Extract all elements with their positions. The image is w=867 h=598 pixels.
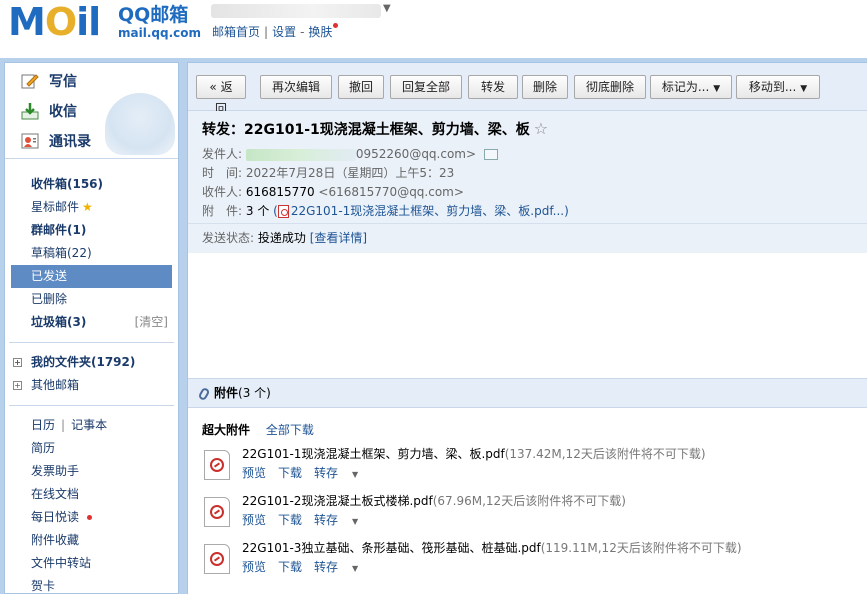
- folder-spam[interactable]: 垃圾箱(3) [清空]: [11, 311, 172, 334]
- attachment-preview-link[interactable]: (22G101-1现浇混凝土框架、剪力墙、梁、板.pdf...): [273, 204, 569, 218]
- mail-header: 转发：22G101-1现浇混凝土框架、剪力墙、梁、板 ☆ 发件人: 0952260…: [188, 111, 867, 253]
- mail-view: « 返回 再次编辑 撤回 回复全部 转发 删除 彻底删除 标记为... ▼ 移动到…: [187, 62, 867, 594]
- empty-spam-link[interactable]: [清空]: [135, 311, 168, 334]
- sidebar: 写信 收信 通讯录 收件箱(156) 星标邮件 ★ 群邮件(1) 草稿箱(22) …: [4, 62, 179, 594]
- tool-online-docs[interactable]: 在线文档: [11, 483, 172, 506]
- tool-attachment-favorites[interactable]: 附件收藏: [11, 529, 172, 552]
- contacts-button[interactable]: 通讯录: [21, 130, 91, 152]
- save-to-link[interactable]: 转存 ▼: [314, 560, 370, 574]
- paperclip-icon: [197, 386, 211, 401]
- inbox-download-icon: [21, 102, 39, 120]
- tool-resume[interactable]: 简历: [11, 437, 172, 460]
- chevron-down-icon: ▼: [800, 84, 808, 94]
- pdf-icon: [277, 205, 289, 218]
- permanent-delete-button[interactable]: 彻底删除: [574, 75, 646, 99]
- move-to-dropdown[interactable]: 移动到... ▼: [736, 75, 820, 99]
- star-icon: ★: [82, 200, 93, 214]
- folder-list: 收件箱(156) 星标邮件 ★ 群邮件(1) 草稿箱(22) 已发送 已删除 垃圾…: [5, 159, 178, 598]
- pdf-file-icon[interactable]: [204, 450, 230, 480]
- top-header: M Oil QQ邮箱 mail.qq.com ▼ 邮箱首页 | 设置 - 换肤: [0, 0, 867, 58]
- to-row: 收件人: 616815770 <616815770@qq.com>: [202, 185, 464, 199]
- expand-plus-icon[interactable]: +: [13, 358, 22, 367]
- chevron-down-icon: ▼: [713, 84, 721, 94]
- top-links: 邮箱首页 | 设置 - 换肤: [212, 23, 339, 40]
- expand-plus-icon[interactable]: +: [13, 381, 22, 390]
- preview-link[interactable]: 预览: [242, 466, 266, 480]
- forward-button[interactable]: 转发: [468, 75, 518, 99]
- attachment-item: 22G101-2现浇混凝土板式楼梯.pdf(67.96M,12天后该附件将不可下…: [202, 492, 862, 532]
- save-to-link[interactable]: 转存 ▼: [314, 513, 370, 527]
- pdf-file-icon[interactable]: [204, 544, 230, 574]
- download-link[interactable]: 下载: [278, 466, 302, 480]
- pdf-file-icon[interactable]: [204, 497, 230, 527]
- mail-home-link[interactable]: 邮箱首页: [212, 25, 260, 39]
- attachment-item: 22G101-1现浇混凝土框架、剪力墙、梁、板.pdf(137.42M,12天后…: [202, 445, 862, 485]
- folder-starred[interactable]: 星标邮件 ★: [11, 196, 172, 219]
- logo-badge: QQ邮箱 mail.qq.com: [118, 4, 201, 40]
- attachment-name[interactable]: 22G101-3独立基础、条形基础、筏形基础、桩基础.pdf: [242, 541, 541, 555]
- contacts-icon: [21, 132, 39, 150]
- time-row: 时 间: 2022年7月28日（星期四）上午5：23: [202, 166, 455, 180]
- sender-redacted: [245, 148, 356, 161]
- star-icon[interactable]: ☆: [534, 119, 548, 138]
- folder-drafts[interactable]: 草稿箱(22): [11, 242, 172, 265]
- from-row: 发件人: 0952260@qq.com>: [202, 145, 499, 162]
- settings-link[interactable]: 设置: [272, 25, 296, 39]
- download-link[interactable]: 下载: [278, 513, 302, 527]
- sidebar-divider: [9, 405, 174, 406]
- account-name-redacted[interactable]: [211, 4, 381, 18]
- folder-inbox[interactable]: 收件箱(156): [11, 173, 172, 196]
- save-to-link[interactable]: 转存 ▼: [314, 466, 370, 480]
- folder-my-folders[interactable]: + 我的文件夹(1792): [11, 351, 172, 374]
- recall-button[interactable]: 撤回: [338, 75, 384, 99]
- folder-group-mail[interactable]: 群邮件(1): [11, 219, 172, 242]
- notes-link[interactable]: 记事本: [71, 418, 107, 432]
- quick-actions: 写信 收信 通讯录: [5, 63, 178, 159]
- preview-link[interactable]: 预览: [242, 560, 266, 574]
- mark-as-dropdown[interactable]: 标记为... ▼: [650, 75, 732, 99]
- compose-button[interactable]: 写信: [21, 70, 77, 92]
- preview-link[interactable]: 预览: [242, 513, 266, 527]
- attachment-row: 附 件: 3 个 (22G101-1现浇混凝土框架、剪力墙、梁、板.pdf...…: [202, 204, 569, 218]
- calendar-link[interactable]: 日历: [31, 418, 55, 432]
- new-dot-icon: [87, 515, 93, 520]
- download-link[interactable]: 下载: [278, 560, 302, 574]
- mail-toolbar: « 返回 再次编辑 撤回 回复全部 转发 删除 彻底删除 标记为... ▼ 移动到…: [188, 63, 867, 116]
- receive-button[interactable]: 收信: [21, 100, 77, 122]
- attachments-subheader: 超大附件 全部下载: [202, 423, 314, 437]
- delivery-status-row: 发送状态: 投递成功 [查看详情]: [188, 223, 867, 253]
- contact-card-icon[interactable]: [484, 149, 499, 160]
- re-edit-button[interactable]: 再次编辑: [260, 75, 332, 99]
- download-all-link[interactable]: 全部下载: [266, 423, 314, 437]
- view-details-link[interactable]: [查看详情]: [310, 231, 367, 245]
- chevron-down-icon: ▼: [352, 564, 359, 573]
- attachments-header: 附件(3 个): [188, 378, 867, 408]
- chevron-down-icon: ▼: [352, 517, 359, 526]
- chevron-down-icon: ▼: [352, 470, 359, 479]
- tool-greeting-card[interactable]: 贺卡: [11, 575, 172, 598]
- qq-mail-logo[interactable]: M Oil: [8, 0, 101, 44]
- tool-file-transfer[interactable]: 文件中转站: [11, 552, 172, 575]
- reply-all-button[interactable]: 回复全部: [390, 75, 462, 99]
- brand-name: QQ邮箱: [118, 4, 189, 26]
- folder-other-mailboxes[interactable]: + 其他邮箱: [11, 374, 172, 397]
- delete-button[interactable]: 删除: [522, 75, 568, 99]
- tool-invoice[interactable]: 发票助手: [11, 460, 172, 483]
- notification-dot-icon: [333, 23, 339, 28]
- attachment-name[interactable]: 22G101-2现浇混凝土板式楼梯.pdf: [242, 494, 433, 508]
- tool-calendar-notes: 日历 | 记事本: [31, 418, 108, 432]
- skin-link[interactable]: 换肤: [308, 25, 332, 39]
- mail-subject: 转发：22G101-1现浇混凝土框架、剪力墙、梁、板 ☆: [202, 119, 549, 138]
- attachment-name[interactable]: 22G101-1现浇混凝土框架、剪力墙、梁、板.pdf: [242, 447, 505, 461]
- tool-daily-reading[interactable]: 每日悦读: [11, 506, 172, 529]
- sidebar-divider: [9, 342, 174, 343]
- account-dropdown-icon[interactable]: ▼: [383, 3, 391, 14]
- folder-deleted[interactable]: 已删除: [11, 288, 172, 311]
- brand-url: mail.qq.com: [118, 26, 201, 40]
- compose-icon: [21, 72, 39, 90]
- penguin-watermark-icon: [105, 93, 175, 155]
- attachment-item: 22G101-3独立基础、条形基础、筏形基础、桩基础.pdf(119.11M,1…: [202, 539, 862, 579]
- folder-sent[interactable]: 已发送: [11, 265, 172, 288]
- back-button[interactable]: « 返回: [196, 75, 246, 116]
